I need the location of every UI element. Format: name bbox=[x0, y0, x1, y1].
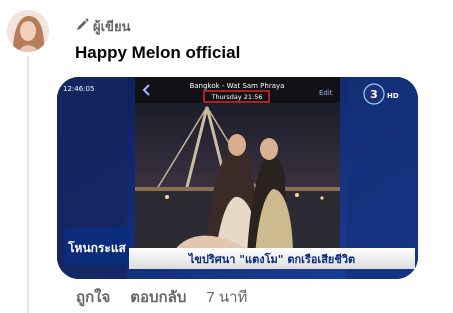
comment-attached-image[interactable]: 12:46:05 Bangkok - Wat Sam Phraya Thursd… bbox=[57, 77, 418, 279]
svg-text:โหนกระแส: โหนกระแส bbox=[67, 240, 126, 255]
comment-author-name[interactable]: Happy Melon official bbox=[75, 43, 240, 63]
news-screenshot-graphic: 12:46:05 Bangkok - Wat Sam Phraya Thursd… bbox=[57, 77, 418, 279]
svg-text:3: 3 bbox=[370, 88, 378, 101]
comment-actions: ถูกใจ ตอบกลับ 7 นาที bbox=[76, 287, 247, 307]
avatar[interactable] bbox=[7, 10, 49, 52]
comment-timestamp[interactable]: 7 นาที bbox=[206, 285, 247, 309]
author-badge: ผู้เขียน bbox=[75, 17, 130, 35]
location-label: Bangkok - Wat Sam Phraya bbox=[190, 82, 285, 90]
svg-text:HD: HD bbox=[387, 92, 399, 100]
edit-label: Edit bbox=[319, 89, 333, 97]
photo-time: Thursday 21:56 bbox=[210, 93, 262, 101]
reply-button[interactable]: ตอบกลับ bbox=[130, 285, 186, 309]
author-badge-label: ผู้เขียน bbox=[93, 18, 131, 34]
comment-thread-line bbox=[27, 56, 29, 313]
avatar-photo bbox=[7, 10, 49, 52]
status-time: 12:46:05 bbox=[63, 85, 94, 93]
like-button[interactable]: ถูกใจ bbox=[76, 285, 110, 309]
pencil-icon bbox=[75, 18, 89, 35]
headline-text: ไขปริศนา "แตงโม" ตกเรือเสียชีวิต bbox=[187, 252, 355, 266]
